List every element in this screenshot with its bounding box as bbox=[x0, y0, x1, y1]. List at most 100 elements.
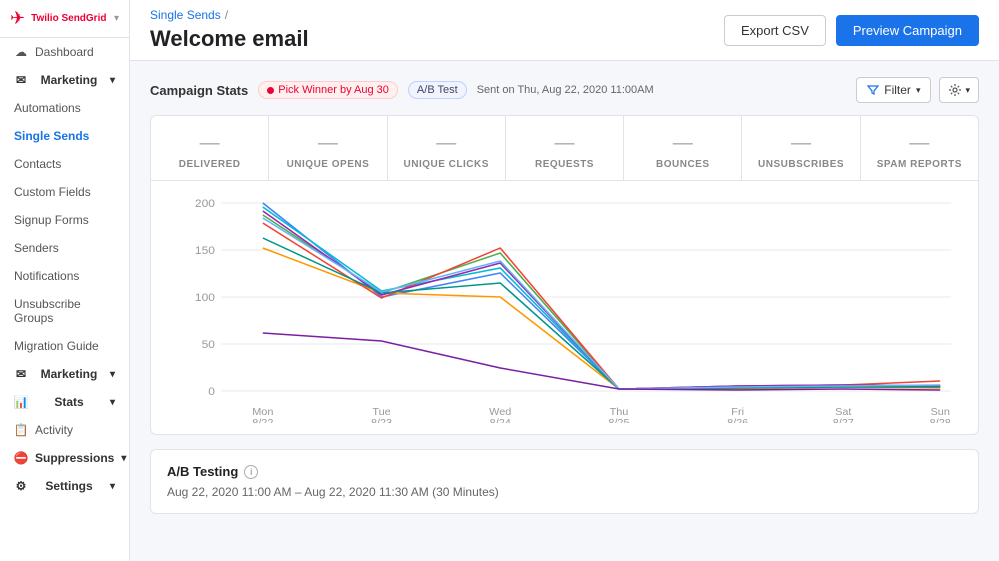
svg-text:8/24: 8/24 bbox=[490, 418, 511, 423]
preview-campaign-button[interactable]: Preview Campaign bbox=[836, 15, 979, 46]
stats-icon: 📊 bbox=[14, 395, 28, 409]
sidebar-label-suppressions: Suppressions bbox=[35, 451, 114, 465]
badge-dot bbox=[267, 87, 274, 94]
stat-requests-label: REQUESTS bbox=[516, 159, 613, 170]
breadcrumb-separator: / bbox=[225, 8, 228, 22]
sidebar-item-migration-guide[interactable]: Migration Guide bbox=[0, 332, 129, 360]
email-icon: ✉ bbox=[14, 73, 28, 87]
filter-btn-text: Filter bbox=[884, 83, 911, 97]
sidebar-label-unsubscribe-groups: Unsubscribe Groups bbox=[14, 297, 115, 325]
sidebar-label-migration-guide: Migration Guide bbox=[14, 339, 99, 353]
stat-spam-reports: — SPAM REPORTS bbox=[861, 116, 978, 180]
badge-pick-winner: Pick Winner by Aug 30 bbox=[258, 81, 398, 99]
ab-testing-section: A/B Testing i Aug 22, 2020 11:00 AM – Au… bbox=[150, 449, 979, 514]
logo-text: Twilio SendGrid bbox=[31, 13, 106, 25]
page-title: Welcome email bbox=[150, 26, 309, 52]
stat-spam-reports-value: — bbox=[871, 132, 968, 155]
sidebar-item-single-sends[interactable]: Single Sends bbox=[0, 122, 129, 150]
sidebar-item-marketing[interactable]: ✉ Marketing ▾ bbox=[0, 66, 129, 94]
svg-text:Sat: Sat bbox=[835, 407, 851, 418]
sidebar-item-dashboard[interactable]: ☁ Dashboard bbox=[0, 38, 129, 66]
stat-unique-opens-value: — bbox=[279, 132, 376, 155]
filter-chevron-icon: ▾ bbox=[916, 85, 921, 96]
chart-settings-button[interactable]: ▾ bbox=[939, 77, 979, 103]
svg-text:Fri: Fri bbox=[731, 407, 744, 418]
suppressions-icon: ⛔ bbox=[14, 451, 28, 465]
sidebar-label-automations: Automations bbox=[14, 101, 81, 115]
svg-text:8/27: 8/27 bbox=[833, 418, 854, 423]
chevron-down-icon: ▾ bbox=[110, 75, 115, 86]
top-bar-right: Export CSV Preview Campaign bbox=[724, 15, 979, 46]
stat-requests: — REQUESTS bbox=[506, 116, 624, 180]
stat-delivered: — DELIVERED bbox=[151, 116, 269, 180]
stat-bounces-label: BOUNCES bbox=[634, 159, 731, 170]
line-chart: 200 150 100 50 0 Mon 8/22 Tue 8/23 Wed 8… bbox=[167, 193, 962, 423]
chevron-settings-icon: ▾ bbox=[110, 481, 115, 492]
svg-text:8/25: 8/25 bbox=[608, 418, 629, 423]
gear-icon bbox=[948, 83, 962, 97]
sidebar-label-contacts: Contacts bbox=[14, 157, 61, 171]
activity-icon: 📋 bbox=[14, 423, 28, 437]
export-csv-button[interactable]: Export CSV bbox=[724, 15, 826, 46]
sidebar-label-senders: Senders bbox=[14, 241, 59, 255]
svg-text:Wed: Wed bbox=[489, 407, 511, 418]
sidebar-item-contacts[interactable]: Contacts bbox=[0, 150, 129, 178]
sidebar-item-activity[interactable]: 📋 Activity bbox=[0, 416, 129, 444]
sidebar-item-automations[interactable]: Automations bbox=[0, 94, 129, 122]
info-icon[interactable]: i bbox=[244, 465, 258, 479]
svg-text:150: 150 bbox=[195, 245, 215, 256]
main-content: Single Sends / Welcome email Export CSV … bbox=[130, 0, 999, 561]
ab-testing-time: Aug 22, 2020 11:00 AM – Aug 22, 2020 11:… bbox=[167, 485, 962, 499]
stat-bounces: — BOUNCES bbox=[624, 116, 742, 180]
sidebar-label-signup-forms: Signup Forms bbox=[14, 213, 89, 227]
badge-ab: A/B Test bbox=[408, 81, 467, 99]
content-area: Campaign Stats Pick Winner by Aug 30 A/B… bbox=[130, 61, 999, 561]
sidebar-label-notifications: Notifications bbox=[14, 269, 79, 283]
sidebar: ✈ Twilio SendGrid ▾ ☁ Dashboard ✉ Market… bbox=[0, 0, 130, 561]
badge-ab-text: A/B Test bbox=[417, 84, 458, 96]
sidebar-item-custom-fields[interactable]: Custom Fields bbox=[0, 178, 129, 206]
breadcrumb-link[interactable]: Single Sends bbox=[150, 8, 221, 22]
chart-area: 200 150 100 50 0 Mon 8/22 Tue 8/23 Wed 8… bbox=[151, 181, 978, 434]
sidebar-item-settings[interactable]: ⚙ Settings ▾ bbox=[0, 472, 129, 500]
stat-requests-value: — bbox=[516, 132, 613, 155]
sidebar-item-marketing2[interactable]: ✉ Marketing ▾ bbox=[0, 360, 129, 388]
stat-unsubscribes-value: — bbox=[752, 132, 849, 155]
sidebar-label-marketing: Marketing bbox=[41, 73, 98, 87]
settings-icon: ⚙ bbox=[14, 479, 28, 493]
svg-text:0: 0 bbox=[208, 386, 215, 397]
sidebar-item-signup-forms[interactable]: Signup Forms bbox=[0, 206, 129, 234]
svg-text:Sun: Sun bbox=[931, 407, 951, 418]
sidebar-label-custom-fields: Custom Fields bbox=[14, 185, 91, 199]
stats-card: — DELIVERED — UNIQUE OPENS — UNIQUE CLIC… bbox=[150, 115, 979, 435]
sidebar-label-activity: Activity bbox=[35, 423, 73, 437]
svg-text:8/22: 8/22 bbox=[252, 418, 273, 423]
sidebar-label-single-sends: Single Sends bbox=[14, 129, 89, 143]
cloud-icon: ☁ bbox=[14, 45, 28, 59]
sidebar-item-notifications[interactable]: Notifications bbox=[0, 262, 129, 290]
svg-text:8/28: 8/28 bbox=[930, 418, 951, 423]
stat-unsubscribes-label: UNSUBSCRIBES bbox=[752, 159, 849, 170]
logo-chevron[interactable]: ▾ bbox=[114, 13, 119, 24]
campaign-stats-header: Campaign Stats Pick Winner by Aug 30 A/B… bbox=[150, 77, 979, 103]
stat-unique-clicks-value: — bbox=[398, 132, 495, 155]
badge-pick-winner-text: Pick Winner by Aug 30 bbox=[278, 84, 389, 96]
ab-testing-label: A/B Testing bbox=[167, 464, 238, 479]
email2-icon: ✉ bbox=[14, 367, 28, 381]
sidebar-item-unsubscribe-groups[interactable]: Unsubscribe Groups bbox=[0, 290, 129, 332]
sidebar-label-marketing2: Marketing bbox=[41, 367, 98, 381]
filter-button[interactable]: Filter ▾ bbox=[856, 77, 931, 103]
sidebar-item-stats[interactable]: 📊 Stats ▾ bbox=[0, 388, 129, 416]
sidebar-item-suppressions[interactable]: ⛔ Suppressions ▾ bbox=[0, 444, 129, 472]
svg-text:8/23: 8/23 bbox=[371, 418, 392, 423]
ab-testing-title: A/B Testing i bbox=[167, 464, 962, 479]
filter-icon bbox=[867, 84, 879, 96]
svg-text:Thu: Thu bbox=[610, 407, 629, 418]
filter-area: Filter ▾ ▾ bbox=[856, 77, 979, 103]
sidebar-label-dashboard: Dashboard bbox=[35, 45, 94, 59]
stat-unique-opens-label: UNIQUE OPENS bbox=[279, 159, 376, 170]
svg-text:100: 100 bbox=[195, 292, 215, 303]
top-bar-left: Single Sends / Welcome email bbox=[150, 8, 309, 52]
breadcrumb: Single Sends / bbox=[150, 8, 309, 22]
sidebar-item-senders[interactable]: Senders bbox=[0, 234, 129, 262]
